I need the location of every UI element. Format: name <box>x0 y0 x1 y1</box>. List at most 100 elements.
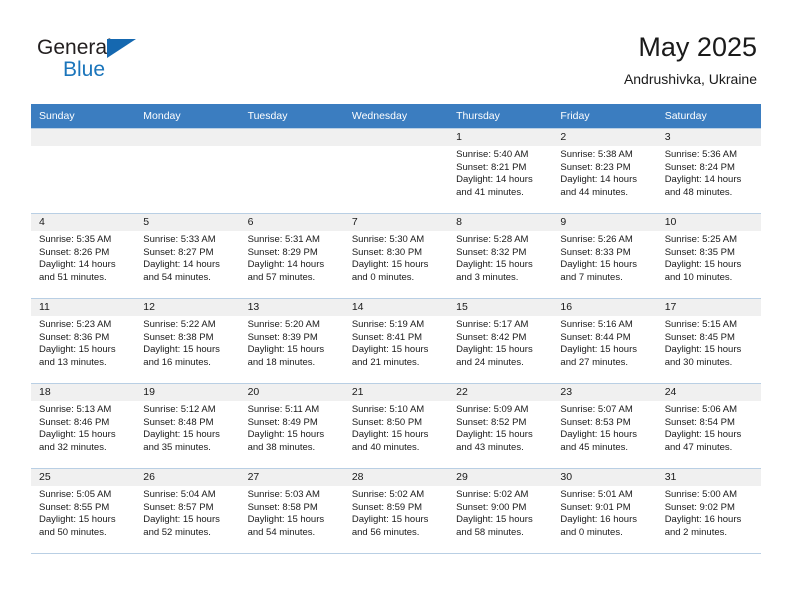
daylight-text-line2: and 2 minutes. <box>664 526 728 538</box>
daylight-text-line1: Daylight: 15 hours <box>664 429 742 441</box>
daylight-text-line1: Daylight: 15 hours <box>247 429 325 441</box>
calendar-week-row: 1 Sunrise: 5:40 AM Sunset: 8:21 PM Dayli… <box>31 128 761 214</box>
day-cell[interactable]: 24 Sunrise: 5:06 AM Sunset: 8:54 PM Dayl… <box>656 383 761 469</box>
daylight-text-line1: Daylight: 15 hours <box>560 344 637 356</box>
day-cell[interactable]: 1 Sunrise: 5:40 AM Sunset: 8:21 PM Dayli… <box>448 128 553 214</box>
day-cell[interactable]: 27 Sunrise: 5:03 AM Sunset: 8:58 PM Dayl… <box>239 468 344 554</box>
sunset-text: Sunset: 8:32 PM <box>456 246 527 258</box>
day-cell[interactable]: 28 Sunrise: 5:02 AM Sunset: 8:59 PM Dayl… <box>343 468 449 554</box>
daylight-text-line2: and 52 minutes. <box>143 526 211 538</box>
day-details: Sunrise: 5:02 AM Sunset: 9:00 PM Dayligh… <box>448 486 552 539</box>
day-cell[interactable]: 18 Sunrise: 5:13 AM Sunset: 8:46 PM Dayl… <box>31 383 136 469</box>
day-details: Sunrise: 5:07 AM Sunset: 8:53 PM Dayligh… <box>552 401 656 454</box>
day-cell[interactable]: 30 Sunrise: 5:01 AM Sunset: 9:01 PM Dayl… <box>552 468 657 554</box>
day-cell[interactable]: 10 Sunrise: 5:25 AM Sunset: 8:35 PM Dayl… <box>656 213 761 299</box>
day-cell[interactable]: 16 Sunrise: 5:16 AM Sunset: 8:44 PM Dayl… <box>552 298 657 384</box>
day-cell[interactable]: 15 Sunrise: 5:17 AM Sunset: 8:42 PM Dayl… <box>448 298 553 384</box>
sunrise-text: Sunrise: 5:15 AM <box>664 319 738 330</box>
sunset-text: Sunset: 9:01 PM <box>560 501 631 513</box>
daylight-text-line2: and 16 minutes. <box>143 356 211 368</box>
day-cell-empty <box>343 128 449 214</box>
weekday-header-saturday: Saturday <box>656 104 761 129</box>
day-number <box>343 129 449 146</box>
day-cell[interactable]: 14 Sunrise: 5:19 AM Sunset: 8:41 PM Dayl… <box>343 298 449 384</box>
weekday-header-friday: Friday <box>552 104 657 129</box>
day-number: 9 <box>552 214 657 231</box>
sunset-text: Sunset: 8:41 PM <box>351 331 423 343</box>
sunrise-text: Sunrise: 5:19 AM <box>351 319 425 330</box>
calendar-page: General Blue May 2025 Andrushivka, Ukrai… <box>0 0 792 612</box>
day-cell[interactable]: 7 Sunrise: 5:30 AM Sunset: 8:30 PM Dayli… <box>343 213 449 299</box>
daylight-text-line2: and 54 minutes. <box>143 271 211 283</box>
day-cell[interactable]: 2 Sunrise: 5:38 AM Sunset: 8:23 PM Dayli… <box>552 128 657 214</box>
day-cell[interactable]: 13 Sunrise: 5:20 AM Sunset: 8:39 PM Dayl… <box>239 298 344 384</box>
day-details: Sunrise: 5:30 AM Sunset: 8:30 PM Dayligh… <box>344 231 448 284</box>
sunrise-text: Sunrise: 5:13 AM <box>39 404 112 415</box>
day-number: 31 <box>656 469 761 486</box>
sunset-text: Sunset: 8:46 PM <box>39 416 110 428</box>
day-number: 5 <box>135 214 240 231</box>
sunset-text: Sunset: 8:36 PM <box>39 331 110 343</box>
daylight-text-line2: and 50 minutes. <box>39 526 107 538</box>
day-details: Sunrise: 5:17 AM Sunset: 8:42 PM Dayligh… <box>448 316 552 369</box>
day-cell[interactable]: 29 Sunrise: 5:02 AM Sunset: 9:00 PM Dayl… <box>448 468 553 554</box>
day-details: Sunrise: 5:13 AM Sunset: 8:46 PM Dayligh… <box>31 401 135 454</box>
sunset-text: Sunset: 8:29 PM <box>247 246 318 258</box>
daylight-text-line1: Daylight: 15 hours <box>456 344 533 356</box>
weekday-header-tuesday: Tuesday <box>239 104 344 129</box>
day-cell[interactable]: 22 Sunrise: 5:09 AM Sunset: 8:52 PM Dayl… <box>448 383 553 469</box>
day-number: 23 <box>552 384 657 401</box>
sunrise-text: Sunrise: 5:06 AM <box>664 404 738 415</box>
day-cell[interactable]: 6 Sunrise: 5:31 AM Sunset: 8:29 PM Dayli… <box>239 213 344 299</box>
day-cell[interactable]: 26 Sunrise: 5:04 AM Sunset: 8:57 PM Dayl… <box>135 468 240 554</box>
day-cell[interactable]: 11 Sunrise: 5:23 AM Sunset: 8:36 PM Dayl… <box>31 298 136 384</box>
daylight-text-line1: Daylight: 15 hours <box>664 344 742 356</box>
day-details: Sunrise: 5:12 AM Sunset: 8:48 PM Dayligh… <box>135 401 239 454</box>
daylight-text-line2: and 0 minutes. <box>351 271 415 283</box>
sunset-text: Sunset: 8:27 PM <box>143 246 214 258</box>
daylight-text-line1: Daylight: 15 hours <box>351 429 429 441</box>
sunset-text: Sunset: 8:52 PM <box>456 416 527 428</box>
weekday-header-sunday: Sunday <box>31 104 136 129</box>
day-details: Sunrise: 5:01 AM Sunset: 9:01 PM Dayligh… <box>552 486 656 539</box>
day-cell[interactable]: 20 Sunrise: 5:11 AM Sunset: 8:49 PM Dayl… <box>239 383 344 469</box>
daylight-text-line2: and 51 minutes. <box>39 271 107 283</box>
sunrise-text: Sunrise: 5:38 AM <box>560 149 633 160</box>
day-cell[interactable]: 9 Sunrise: 5:26 AM Sunset: 8:33 PM Dayli… <box>552 213 657 299</box>
day-details: Sunrise: 5:09 AM Sunset: 8:52 PM Dayligh… <box>448 401 552 454</box>
sunrise-text: Sunrise: 5:20 AM <box>247 319 320 330</box>
day-number: 19 <box>135 384 240 401</box>
day-details: Sunrise: 5:00 AM Sunset: 9:02 PM Dayligh… <box>657 486 761 539</box>
daylight-text-line2: and 10 minutes. <box>664 271 733 283</box>
day-details: Sunrise: 5:03 AM Sunset: 8:58 PM Dayligh… <box>240 486 344 539</box>
daylight-text-line2: and 47 minutes. <box>664 441 733 453</box>
day-cell[interactable]: 8 Sunrise: 5:28 AM Sunset: 8:32 PM Dayli… <box>448 213 553 299</box>
day-details: Sunrise: 5:05 AM Sunset: 8:55 PM Dayligh… <box>31 486 135 539</box>
daylight-text-line2: and 56 minutes. <box>351 526 420 538</box>
sunrise-text: Sunrise: 5:30 AM <box>351 234 425 245</box>
day-number: 10 <box>656 214 761 231</box>
day-number: 17 <box>656 299 761 316</box>
day-number <box>31 129 136 146</box>
daylight-text-line2: and 35 minutes. <box>143 441 211 453</box>
sunset-text: Sunset: 8:55 PM <box>39 501 110 513</box>
day-cell[interactable]: 21 Sunrise: 5:10 AM Sunset: 8:50 PM Dayl… <box>343 383 449 469</box>
daylight-text-line1: Daylight: 14 hours <box>560 174 637 186</box>
day-cell[interactable]: 25 Sunrise: 5:05 AM Sunset: 8:55 PM Dayl… <box>31 468 136 554</box>
day-details: Sunrise: 5:31 AM Sunset: 8:29 PM Dayligh… <box>240 231 344 284</box>
title-block: May 2025 Andrushivka, Ukraine <box>624 30 757 89</box>
day-details: Sunrise: 5:25 AM Sunset: 8:35 PM Dayligh… <box>657 231 761 284</box>
day-cell[interactable]: 5 Sunrise: 5:33 AM Sunset: 8:27 PM Dayli… <box>135 213 240 299</box>
logo-text-general: General <box>37 36 112 59</box>
day-cell[interactable]: 17 Sunrise: 5:15 AM Sunset: 8:45 PM Dayl… <box>656 298 761 384</box>
daylight-text-line2: and 30 minutes. <box>664 356 733 368</box>
sunset-text: Sunset: 8:21 PM <box>456 161 527 173</box>
day-number: 13 <box>239 299 344 316</box>
day-cell[interactable]: 19 Sunrise: 5:12 AM Sunset: 8:48 PM Dayl… <box>135 383 240 469</box>
daylight-text-line1: Daylight: 16 hours <box>664 514 742 526</box>
day-cell[interactable]: 31 Sunrise: 5:00 AM Sunset: 9:02 PM Dayl… <box>656 468 761 554</box>
day-cell[interactable]: 4 Sunrise: 5:35 AM Sunset: 8:26 PM Dayli… <box>31 213 136 299</box>
day-cell[interactable]: 12 Sunrise: 5:22 AM Sunset: 8:38 PM Dayl… <box>135 298 240 384</box>
day-cell[interactable]: 3 Sunrise: 5:36 AM Sunset: 8:24 PM Dayli… <box>656 128 761 214</box>
day-cell[interactable]: 23 Sunrise: 5:07 AM Sunset: 8:53 PM Dayl… <box>552 383 657 469</box>
